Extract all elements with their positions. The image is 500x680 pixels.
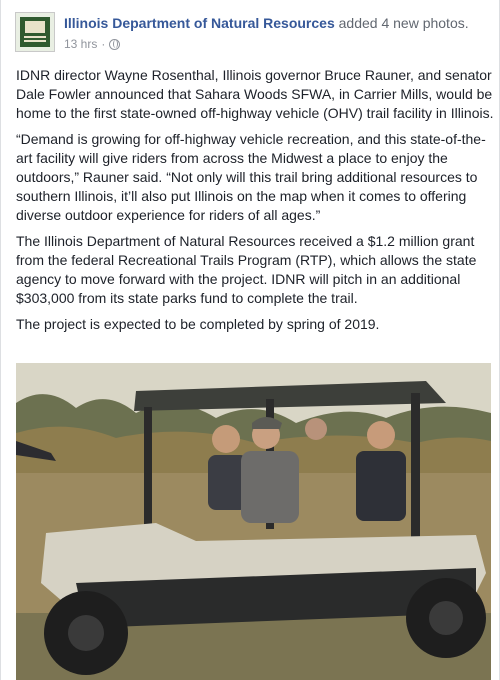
idnr-logo-icon bbox=[20, 17, 50, 47]
post-paragraph-2: “Demand is growing for off-highway vehic… bbox=[16, 131, 486, 223]
post-photo[interactable] bbox=[16, 363, 491, 680]
meta-separator: · bbox=[101, 37, 106, 51]
page-avatar[interactable] bbox=[15, 12, 55, 52]
post-paragraph-4: The project is expected to be completed … bbox=[16, 316, 380, 332]
post-text: IDNR director Wayne Rosenthal, Illinois … bbox=[16, 66, 494, 341]
utv-photo-illustration bbox=[16, 363, 491, 680]
facebook-post-card: Illinois Department of Natural Resources… bbox=[0, 0, 500, 680]
post-meta: 13 hrs · bbox=[64, 36, 121, 52]
post-action-text: added 4 new photos. bbox=[334, 15, 469, 31]
post-timestamp[interactable]: 13 hrs bbox=[64, 36, 97, 52]
post-paragraph-1: IDNR director Wayne Rosenthal, Illinois … bbox=[16, 67, 494, 121]
post-paragraph-3: The Illinois Department of Natural Resou… bbox=[16, 233, 477, 306]
page-name-link[interactable]: Illinois Department of Natural Resources bbox=[64, 15, 335, 31]
globe-icon[interactable] bbox=[109, 38, 121, 50]
post-header: Illinois Department of Natural Resources… bbox=[64, 14, 494, 32]
